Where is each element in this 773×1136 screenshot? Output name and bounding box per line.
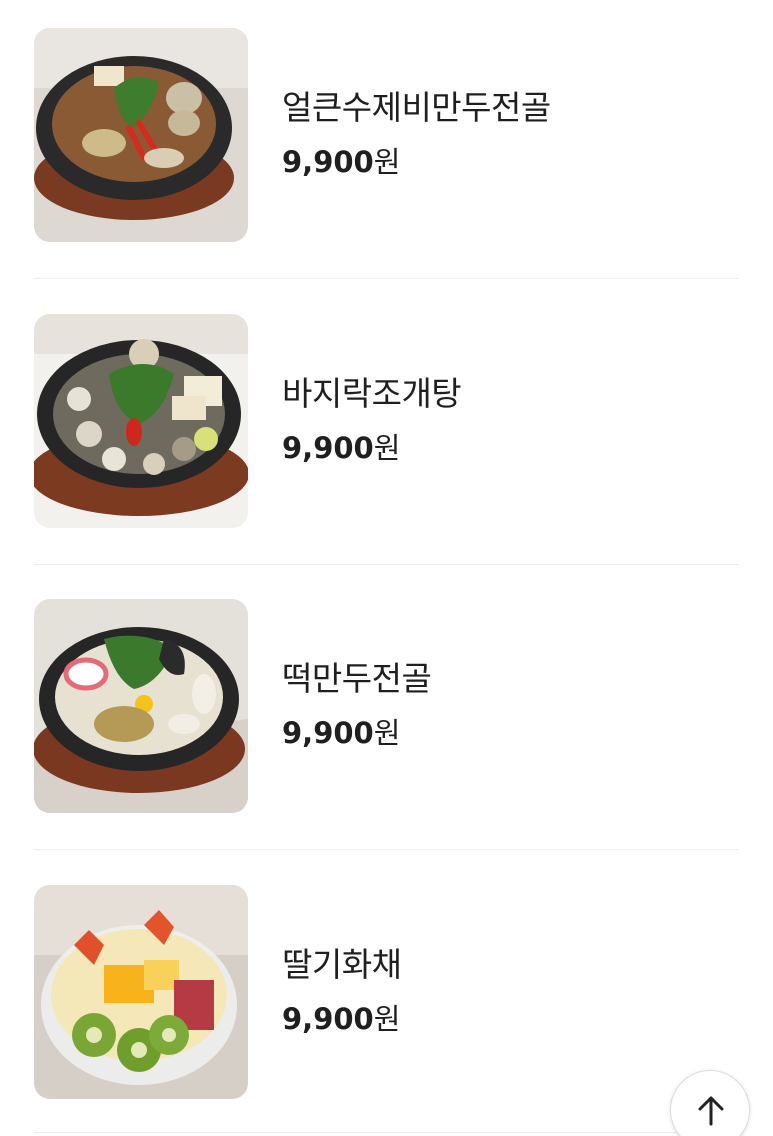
menu-item-name[interactable]: 바지락조개탕 <box>282 372 462 416</box>
price-value: 9,900 <box>282 431 374 465</box>
menu-item-name[interactable]: 떡만두전골 <box>282 657 432 701</box>
price-value: 9,900 <box>282 145 374 179</box>
price-unit: 원 <box>373 431 401 465</box>
rice-cake-hotpot-photo-icon <box>34 599 248 813</box>
menu-item-photo[interactable] <box>34 314 248 528</box>
divider <box>34 278 739 279</box>
menu-item[interactable]: 떡만두전골 9,900원 <box>34 571 739 819</box>
menu-item-price: 9,900원 <box>282 999 400 1039</box>
menu-item-photo[interactable] <box>34 885 248 1099</box>
fruit-punch-photo-icon <box>34 885 248 1099</box>
price-unit: 원 <box>373 716 401 750</box>
price-value: 9,900 <box>282 716 374 750</box>
menu-item[interactable]: 딸기화채 9,900원 <box>34 857 739 1105</box>
hotpot-photo-icon <box>34 28 248 242</box>
menu-item-price: 9,900원 <box>282 713 400 753</box>
price-unit: 원 <box>373 1002 401 1036</box>
clam-soup-photo-icon <box>34 314 248 528</box>
price-value: 9,900 <box>282 1002 374 1036</box>
arrow-up-icon <box>698 1096 724 1126</box>
divider <box>34 564 739 565</box>
menu-item-photo[interactable] <box>34 28 248 242</box>
menu-list-page: 얼큰수제비만두전골 9,900원 바지락조개탕 9,900원 떡만두전골 9,9… <box>0 0 773 1136</box>
menu-item-price: 9,900원 <box>282 142 400 182</box>
menu-item-name[interactable]: 딸기화채 <box>282 943 402 987</box>
menu-item[interactable]: 얼큰수제비만두전골 9,900원 <box>34 0 739 248</box>
divider <box>34 1132 739 1133</box>
price-unit: 원 <box>373 145 401 179</box>
divider <box>34 849 739 850</box>
menu-item-photo[interactable] <box>34 599 248 813</box>
menu-item-price: 9,900원 <box>282 428 400 468</box>
menu-item[interactable]: 바지락조개탕 9,900원 <box>34 286 739 534</box>
menu-item-name[interactable]: 얼큰수제비만두전골 <box>282 86 551 130</box>
